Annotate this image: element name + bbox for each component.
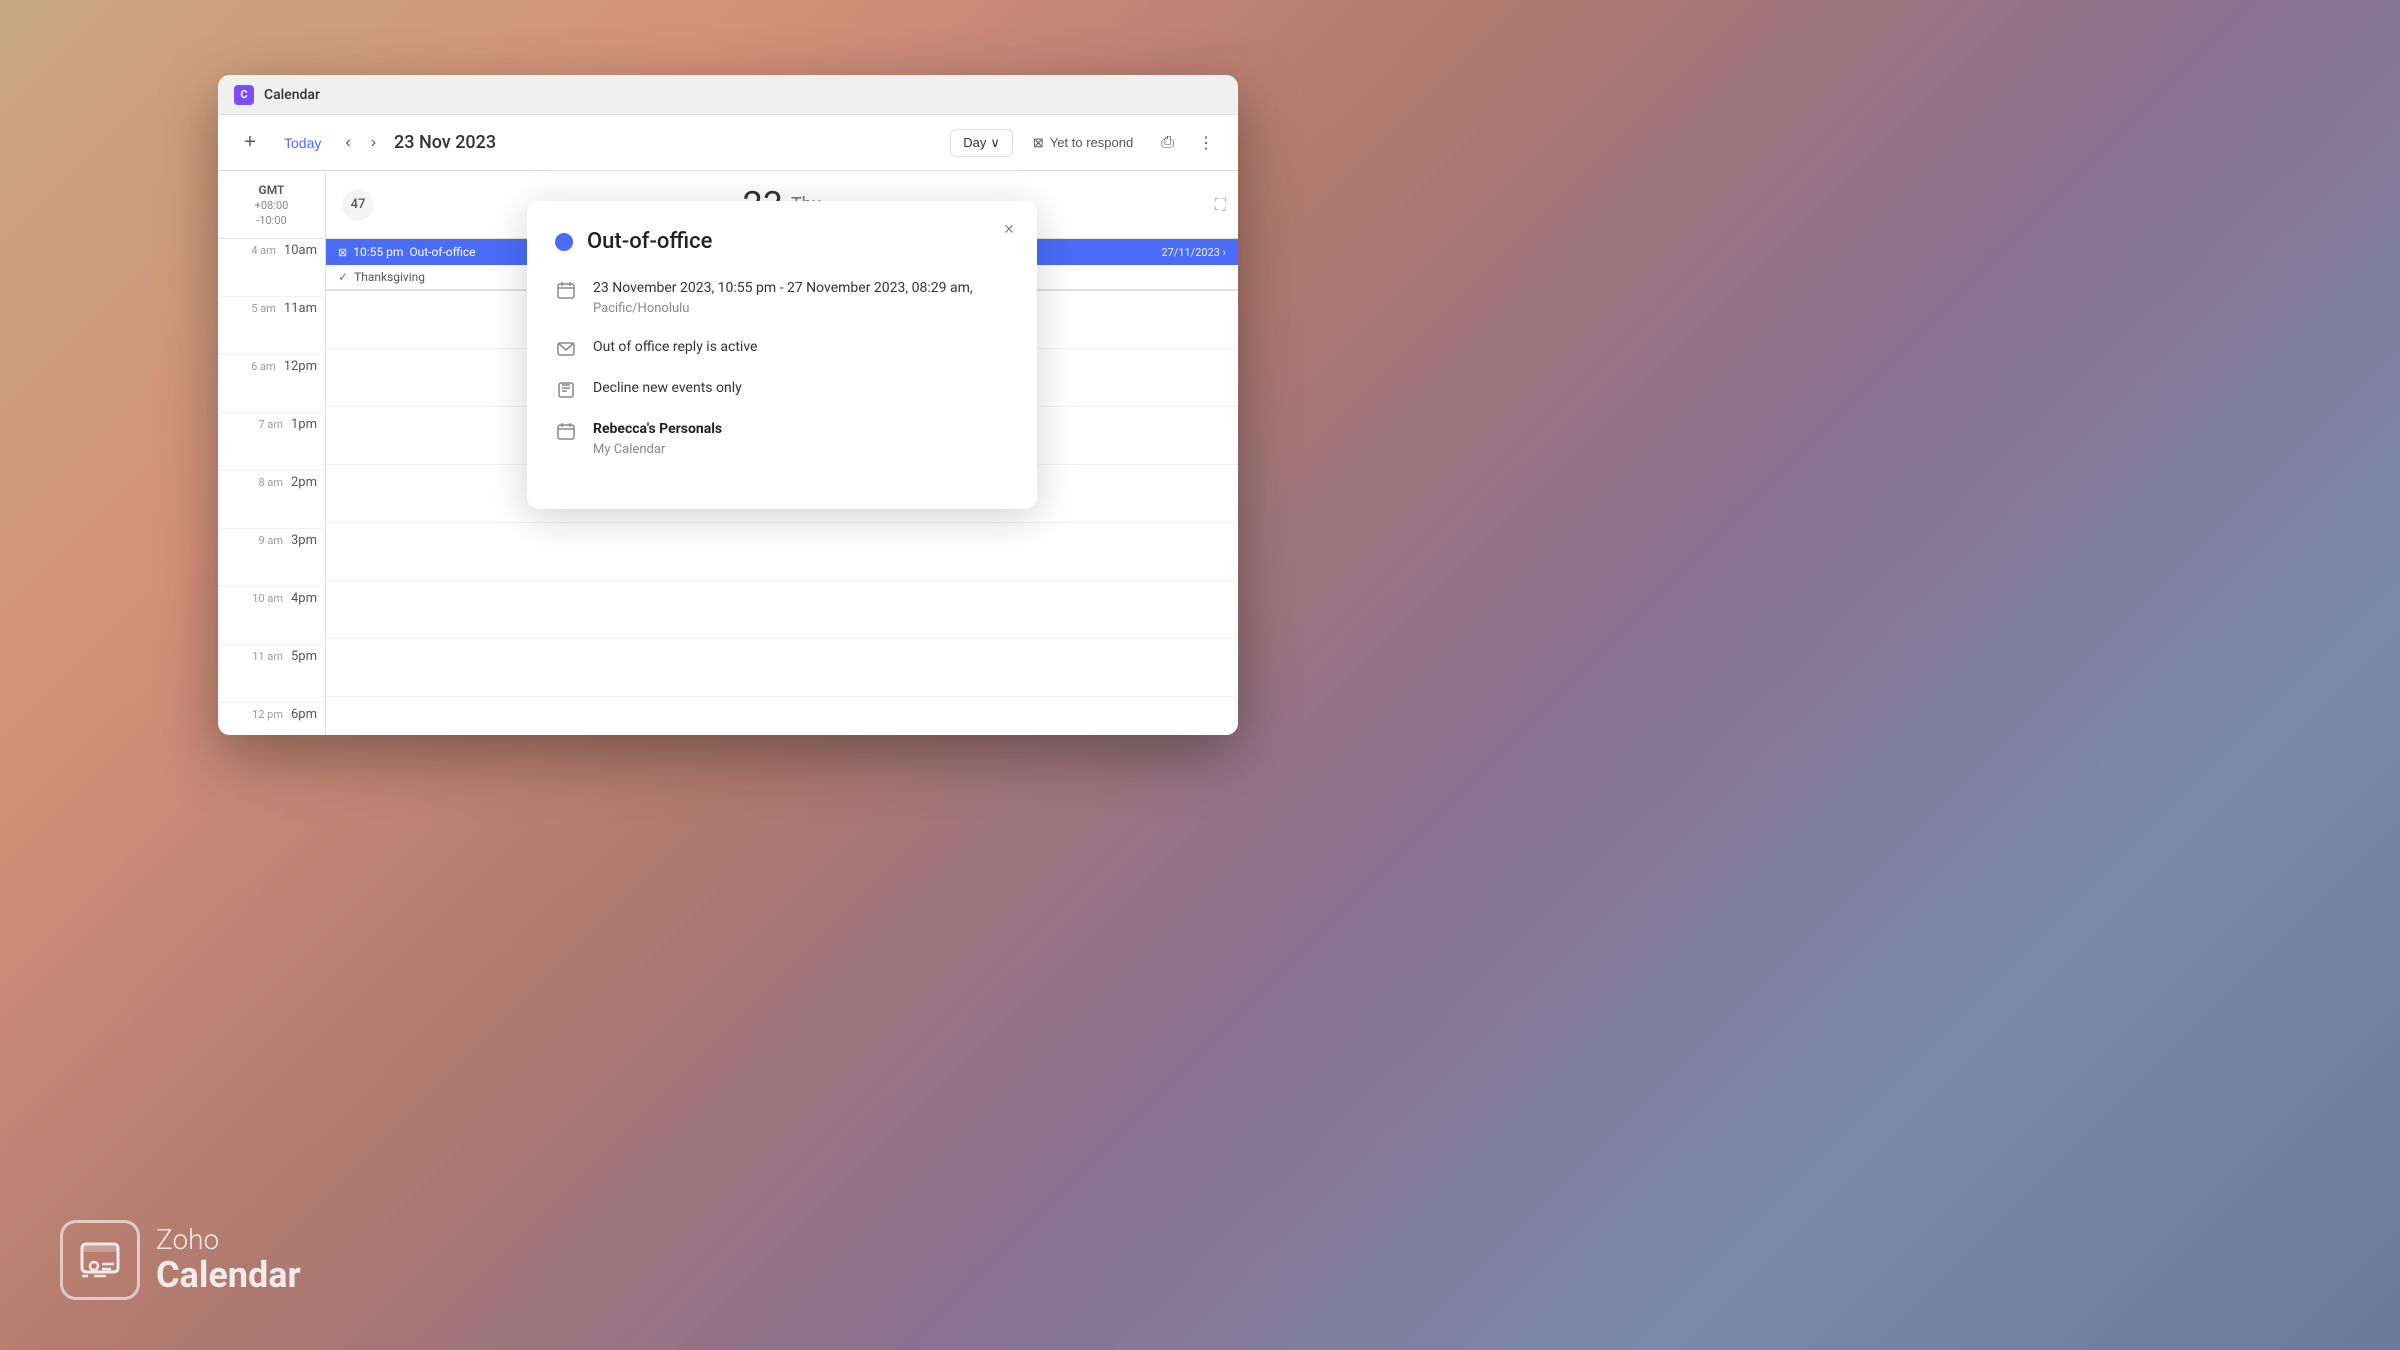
popup-oof-content: Out of office reply is active [593, 337, 757, 358]
popup-calendar-content: Rebecca's Personals My Calendar [593, 419, 722, 460]
time-slot: 7 am 1pm [218, 413, 325, 471]
oof-icon: ⊠ [338, 246, 347, 259]
yet-to-respond-label: Yet to respond [1050, 135, 1133, 150]
main-calendar-area: 47 23 Thu ⛶ ⊠ 10:55 pm Out-of-office 27/… [326, 171, 1238, 735]
time-slot: 8 am 2pm [218, 471, 325, 529]
gmt-offset2: -10:00 [256, 214, 286, 227]
event-popup: × Out-of-office [527, 201, 1037, 509]
popup-mail-icon [555, 338, 577, 360]
today-button[interactable]: Today [274, 129, 331, 157]
add-event-button[interactable]: + [234, 127, 266, 159]
title-bar: C Calendar [218, 75, 1238, 115]
app-icon: C [234, 85, 254, 105]
popup-title-row: Out-of-office [555, 229, 1009, 254]
time-slot: 6 am 12pm [218, 355, 325, 413]
popup-date-icon [555, 279, 577, 301]
time-row [326, 697, 1238, 735]
prev-button[interactable]: ‹ [339, 130, 356, 156]
popup-color-dot [555, 233, 573, 251]
time-row [326, 523, 1238, 581]
popup-date-content: 23 November 2023, 10:55 pm - 27 November… [593, 278, 973, 319]
popup-decline-content: Decline new events only [593, 378, 742, 399]
next-button[interactable]: › [365, 130, 382, 156]
popup-calendar-sub: My Calendar [593, 440, 722, 460]
time-slot: 11 am 5pm [218, 645, 325, 703]
gmt-header: GMT +08:00 -10:00 [218, 171, 325, 239]
popup-decline-icon [555, 379, 577, 401]
zoho-brand-text: Zoho Calendar [156, 1225, 301, 1295]
view-mode-button[interactable]: Day ∨ [950, 129, 1013, 157]
print-button[interactable]: ⎙ [1153, 129, 1182, 157]
current-date: 23 Nov 2023 [394, 132, 496, 153]
oof-label: Out-of-office [409, 245, 475, 259]
window-title: Calendar [264, 87, 320, 103]
popup-timezone: Pacific/Honolulu [593, 299, 973, 319]
time-slot: 10 am 4pm [218, 587, 325, 645]
gmt-offset1: +08:00 [255, 199, 289, 212]
popup-title: Out-of-office [587, 229, 712, 254]
popup-date-range: 23 November 2023, 10:55 pm - 27 November… [593, 278, 973, 299]
thanksgiving-label: Thanksgiving [354, 270, 425, 284]
gmt-sidebar: GMT +08:00 -10:00 4 am 10am 5 am 11am [218, 171, 326, 735]
calendar-body: GMT +08:00 -10:00 4 am 10am 5 am 11am [218, 171, 1238, 735]
popup-calendar-row: Rebecca's Personals My Calendar [555, 419, 1009, 460]
thanksgiving-check: ✓ [338, 270, 348, 284]
time-row [326, 581, 1238, 639]
week-number-badge: 47 [342, 189, 374, 221]
toolbar: + Today ‹ › 23 Nov 2023 Day ∨ ⊠ Yet to r… [218, 115, 1238, 171]
more-button[interactable]: ⋮ [1190, 128, 1222, 158]
time-slot: 4 am 10am [218, 239, 325, 297]
popup-close-button[interactable]: × [995, 215, 1023, 243]
calendar-window: C Calendar + Today ‹ › 23 Nov 2023 Day ∨… [218, 75, 1238, 735]
zoho-watermark: Zoho Calendar [60, 1220, 301, 1300]
popup-oof-row: Out of office reply is active [555, 337, 1009, 360]
popup-cal-icon [555, 420, 577, 442]
time-slot: 12 pm 6pm [218, 703, 325, 735]
popup-date-row: 23 November 2023, 10:55 pm - 27 November… [555, 278, 1009, 319]
yet-to-respond-button[interactable]: ⊠ Yet to respond [1021, 130, 1145, 156]
gmt-label: GMT [259, 183, 285, 197]
gmt-times: 4 am 10am 5 am 11am 6 am 12pm [218, 239, 325, 735]
time-row [326, 639, 1238, 697]
yet-to-respond-icon: ⊠ [1033, 135, 1044, 151]
zoho-icon [60, 1220, 140, 1300]
time-slot: 5 am 11am [218, 297, 325, 355]
oof-time: 10:55 pm [353, 245, 403, 259]
oof-end-date: 27/11/2023 › [1161, 246, 1226, 259]
popup-decline-row: Decline new events only [555, 378, 1009, 401]
popup-calendar-name: Rebecca's Personals [593, 419, 722, 440]
expand-icon[interactable]: ⛶ [1215, 195, 1226, 215]
time-slot: 9 am 3pm [218, 529, 325, 587]
